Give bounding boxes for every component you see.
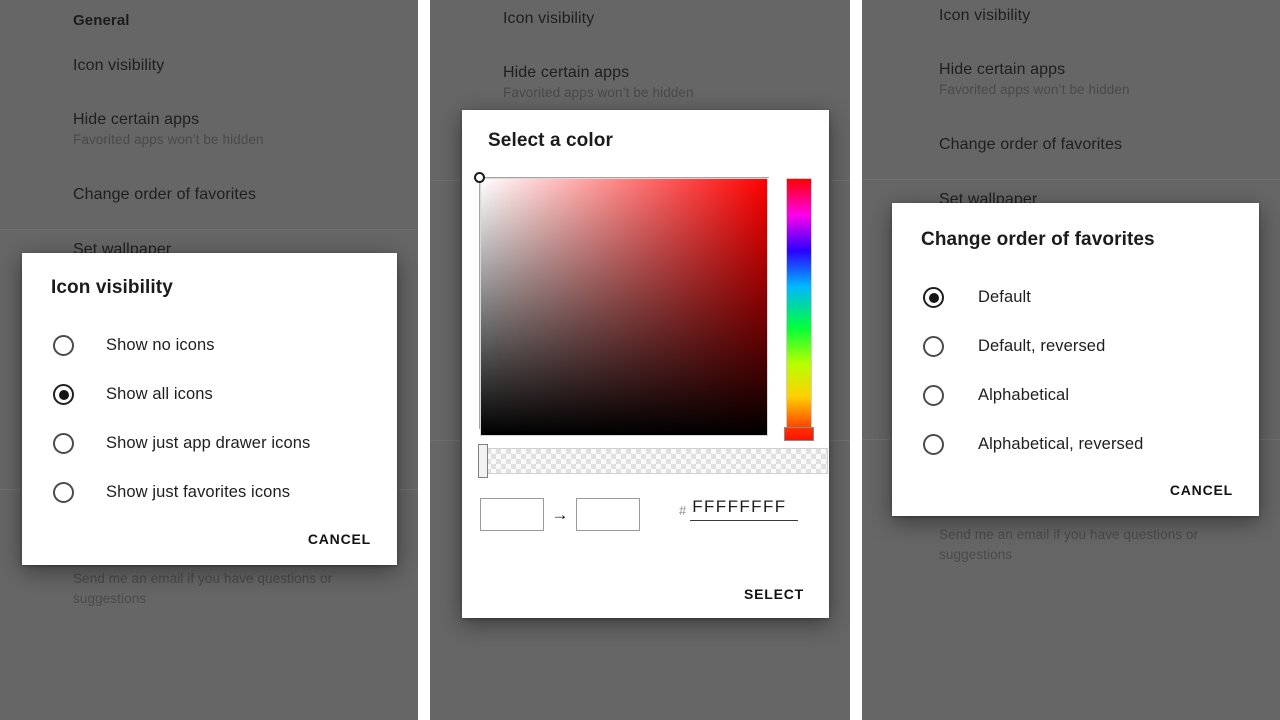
section-header-general: General	[73, 12, 130, 29]
setting-title: Hide certain apps	[939, 61, 1066, 78]
setting-title: Icon visibility	[939, 7, 1031, 24]
dialog-title: Change order of favorites	[921, 229, 1155, 250]
radio-button-icon[interactable]	[53, 482, 74, 503]
setting-row-change-order-of-favorites[interactable]: Change order of favorites	[73, 186, 256, 204]
panel-separator	[418, 0, 430, 720]
list-divider	[0, 229, 418, 230]
radio-button-icon[interactable]	[53, 335, 74, 356]
setting-title: Hide certain apps	[73, 111, 200, 128]
setting-subtitle: Favorited apps won’t be hidden	[503, 85, 694, 100]
color-picker-area	[474, 169, 828, 443]
radio-option-label: Show just favorites icons	[106, 483, 291, 501]
footer-note: Send me an email if you have questions o…	[939, 527, 1199, 562]
screenshot-root: General Icon visibility Hide certain app…	[0, 0, 1280, 720]
radio-option-alphabetical-reversed[interactable]: Alphabetical, reversed	[923, 420, 1239, 469]
radio-option-show-just-favorites-icons[interactable]: Show just favorites icons	[53, 468, 377, 517]
current-color-swatch	[480, 497, 544, 531]
panel-separator	[850, 0, 862, 720]
dialog-change-order-of-favorites: Change order of favorites Default Defaul…	[892, 203, 1259, 516]
setting-row-icon-visibility[interactable]: Icon visibility	[73, 57, 164, 75]
hue-slider[interactable]	[786, 178, 812, 436]
new-color-swatch	[576, 497, 640, 531]
radio-option-default-reversed[interactable]: Default, reversed	[923, 322, 1239, 371]
setting-row-hide-certain-apps[interactable]: Hide certain apps Favorited apps won’t b…	[73, 111, 264, 147]
setting-subtitle: Favorited apps won’t be hidden	[73, 132, 264, 147]
dialog-title: Icon visibility	[51, 277, 173, 298]
radio-button-icon[interactable]	[923, 385, 944, 406]
setting-title: Icon visibility	[503, 10, 595, 27]
radio-option-label: Default, reversed	[978, 337, 1106, 355]
radio-option-label: Show all icons	[106, 385, 213, 403]
hex-input-value: FFFFFFFF	[692, 497, 787, 516]
radio-button-icon[interactable]	[53, 433, 74, 454]
radio-option-label: Default	[978, 288, 1031, 306]
dialog-actions: SELECT	[744, 586, 804, 602]
footer-note: Send me an email if you have questions o…	[73, 571, 333, 606]
radio-option-show-no-icons[interactable]: Show no icons	[53, 321, 377, 370]
setting-row-hide-certain-apps[interactable]: Hide certain apps Favorited apps won’t b…	[939, 61, 1130, 97]
radio-option-label: Show just app drawer icons	[106, 434, 311, 452]
arrow-right-icon: →	[551, 504, 569, 524]
saturation-value-box[interactable]	[480, 178, 768, 436]
radio-button-icon[interactable]	[923, 336, 944, 357]
radio-option-show-all-icons[interactable]: Show all icons	[53, 370, 377, 419]
dialog-actions: CANCEL	[308, 531, 371, 547]
dialog-select-a-color: Select a color → # FFFFFFFF SELECT	[462, 110, 829, 618]
radio-option-default[interactable]: Default	[923, 273, 1239, 322]
cancel-button[interactable]: CANCEL	[1170, 482, 1233, 498]
saturation-crosshair-horizontal	[479, 177, 769, 178]
select-button[interactable]: SELECT	[744, 586, 804, 602]
setting-row-hide-certain-apps[interactable]: Hide certain apps Favorited apps won’t b…	[503, 64, 694, 100]
radio-group-icon-visibility: Show no icons Show all icons Show just a…	[53, 321, 377, 517]
radio-option-label: Show no icons	[106, 336, 215, 354]
hash-symbol-icon: #	[679, 503, 687, 518]
hex-input-underline[interactable]: FFFFFFFF	[690, 497, 799, 521]
panel-icon-visibility: General Icon visibility Hide certain app…	[0, 0, 418, 720]
setting-row-icon-visibility[interactable]: Icon visibility	[939, 7, 1030, 25]
radio-option-label: Alphabetical	[978, 386, 1070, 404]
hue-slider-thumb[interactable]	[784, 427, 814, 441]
setting-subtitle: Favorited apps won’t be hidden	[939, 82, 1130, 97]
radio-option-show-just-app-drawer-icons[interactable]: Show just app drawer icons	[53, 419, 377, 468]
setting-row-change-order-of-favorites[interactable]: Change order of favorites	[939, 136, 1122, 154]
cancel-button[interactable]: CANCEL	[308, 531, 371, 547]
saturation-crosshair-vertical	[479, 177, 480, 429]
radio-option-alphabetical[interactable]: Alphabetical	[923, 371, 1239, 420]
panel-change-order-of-favorites: Icon visibility Hide certain apps Favori…	[862, 0, 1280, 720]
dialog-icon-visibility: Icon visibility Show no icons Show all i…	[22, 253, 397, 565]
setting-title: Change order of favorites	[939, 136, 1123, 153]
setting-row-icon-visibility[interactable]: Icon visibility	[503, 10, 594, 28]
list-divider	[862, 179, 1280, 180]
alpha-slider[interactable]	[480, 448, 828, 474]
dialog-title: Select a color	[488, 130, 613, 151]
alpha-slider-thumb[interactable]	[478, 444, 488, 478]
radio-button-icon[interactable]	[53, 384, 74, 405]
radio-button-icon[interactable]	[923, 287, 944, 308]
setting-title: Change order of favorites	[73, 186, 257, 203]
setting-title: Icon visibility	[73, 57, 165, 74]
radio-group-order-favorites: Default Default, reversed Alphabetical A…	[923, 273, 1239, 469]
dialog-actions: CANCEL	[1170, 482, 1233, 498]
setting-title: Hide certain apps	[503, 64, 630, 81]
radio-button-icon[interactable]	[923, 434, 944, 455]
panel-color-picker: Icon visibility Hide certain apps Favori…	[430, 0, 850, 720]
saturation-cursor-handle[interactable]	[474, 172, 485, 183]
hex-color-field[interactable]: # FFFFFFFF	[679, 497, 799, 521]
radio-option-label: Alphabetical, reversed	[978, 435, 1144, 453]
